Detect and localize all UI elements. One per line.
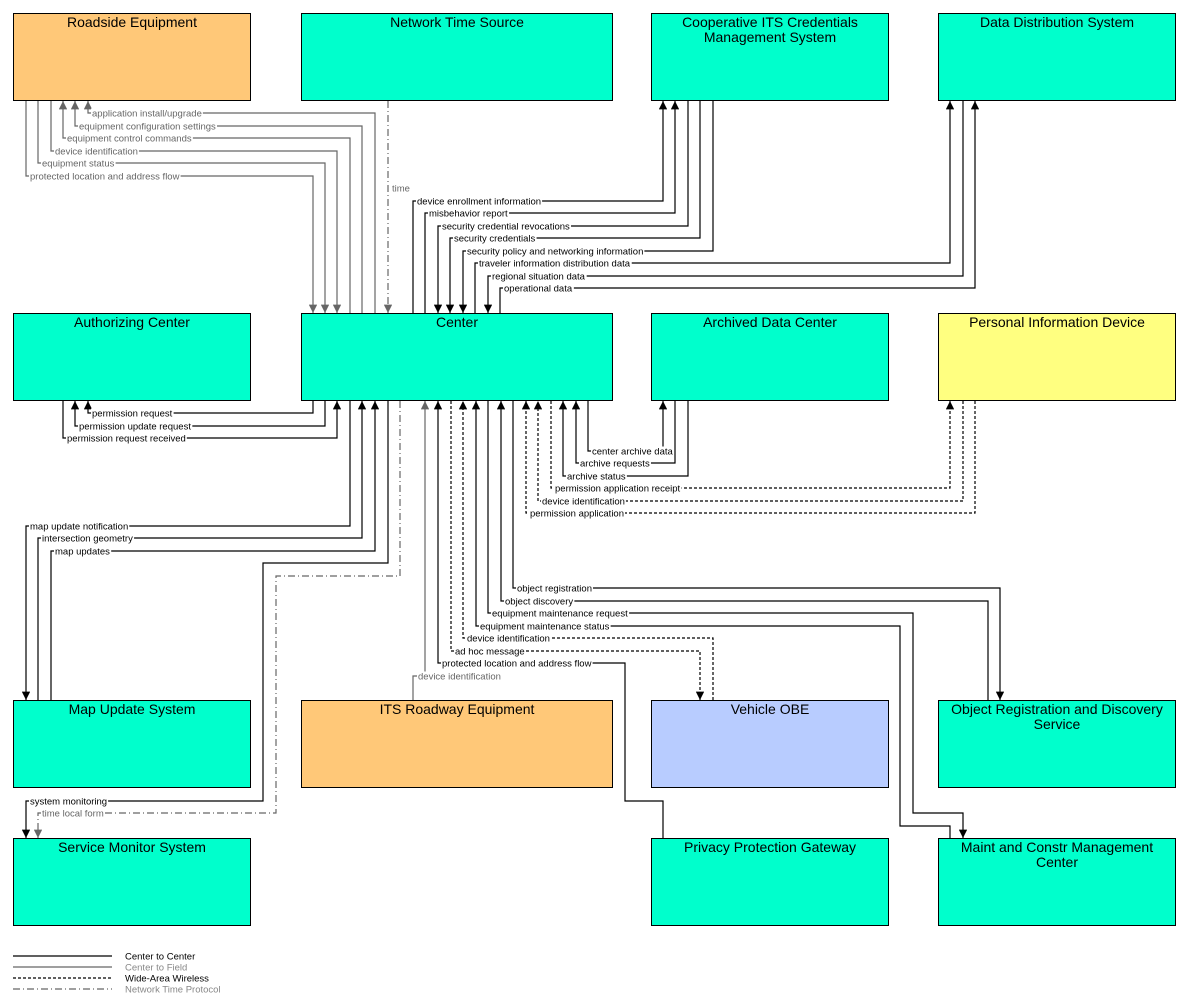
flow-label: equipment maintenance status	[480, 622, 610, 633]
flow-center-archive-data[interactable]: center archive data	[587, 401, 675, 458]
flow-label: center archive data	[592, 447, 674, 458]
flow-label: device identification	[55, 147, 138, 158]
node-title: Archived Data Center	[703, 314, 837, 330]
node-title: Service Monitor System	[58, 839, 206, 855]
flow-archive-status[interactable]: archive status	[558, 401, 689, 483]
flow-label: protected location and address flow	[30, 172, 180, 183]
flow-equipment-control-commands[interactable]: equipment control commands	[58, 101, 351, 313]
legend: Center to CenterCenter to FieldWide-Area…	[13, 952, 221, 996]
flow-label: security credential revocations	[442, 222, 570, 233]
node-network-time-source[interactable]: Network Time Source	[301, 13, 613, 101]
node-title: Network Time Source	[390, 14, 524, 30]
node-center[interactable]: Center	[301, 313, 613, 401]
flow-label: time	[392, 184, 410, 195]
node-title: Cooperative ITS Credentials Management S…	[682, 14, 858, 45]
flow-label: intersection geometry	[42, 534, 133, 545]
flow-label: system monitoring	[30, 797, 107, 808]
flow-label: permission request	[92, 409, 173, 420]
flow-label: security credentials	[454, 234, 536, 245]
node-title: Personal Information Device	[969, 314, 1145, 330]
flow-label: permission application receipt	[555, 484, 681, 495]
flow-regional-situation-data[interactable]: regional situation data	[483, 101, 964, 313]
flow-label: device identification	[542, 497, 625, 508]
node-title: Center	[435, 314, 479, 330]
flow-label: permission update request	[79, 422, 191, 433]
node-title: Authorizing Center	[74, 314, 190, 330]
legend-label-network-time-protocol: Network Time Protocol	[125, 985, 221, 996]
flow-label: protected location and address flow	[442, 659, 592, 670]
node-privacy-protection-gateway[interactable]: Privacy Protection Gateway	[651, 838, 889, 926]
flow-label: equipment status	[42, 159, 115, 170]
node-roadside-equipment[interactable]: Roadside Equipment	[13, 13, 251, 101]
flow-label: operational data	[504, 284, 573, 295]
node-data-distribution-system[interactable]: Data Distribution System	[938, 13, 1176, 101]
node-title: Roadside Equipment	[67, 14, 197, 30]
flow-label: application install/upgrade	[92, 109, 202, 120]
flow-line	[512, 401, 1005, 700]
flow-label: equipment control commands	[67, 134, 192, 145]
flow-label: device identification	[418, 672, 501, 683]
flow-label: map updates	[55, 547, 110, 558]
flow-map-updates[interactable]: map updates	[50, 401, 380, 700]
node-its-roadway-equipment[interactable]: ITS Roadway Equipment	[301, 700, 613, 788]
flow-label: object registration	[517, 584, 592, 595]
flow-archive-requests[interactable]: archive requests	[571, 401, 676, 470]
node-title: Vehicle OBE	[730, 701, 810, 717]
node-object-registration-and-discovery-service[interactable]: Object Registration and Discovery Servic…	[938, 700, 1176, 788]
flow-label: permission request received	[67, 434, 186, 445]
flow-label: time local form	[42, 809, 104, 820]
flow-object-discovery[interactable]: object discovery	[496, 401, 989, 700]
flow-label: device identification	[467, 634, 550, 645]
flow-object-registration[interactable]: object registration	[512, 401, 1005, 700]
flow-label: regional situation data	[492, 272, 586, 283]
legend-label-wide-area-wireless: Wide-Area Wireless	[125, 974, 209, 985]
flow-label: traveler information distribution data	[479, 259, 631, 270]
flow-label: security policy and networking informati…	[467, 247, 643, 258]
flow-label: permission application	[530, 509, 624, 520]
node-title: Map Update System	[68, 701, 196, 717]
node-map-update-system[interactable]: Map Update System	[13, 700, 251, 788]
node-service-monitor-system[interactable]: Service Monitor System	[13, 838, 251, 926]
node-title: Object Registration and Discovery Servic…	[951, 701, 1163, 732]
flow-label: ad hoc message	[455, 647, 525, 658]
flow-label: equipment configuration settings	[79, 122, 216, 133]
node-archived-data-center[interactable]: Archived Data Center	[651, 313, 889, 401]
flow-label: archive requests	[580, 459, 650, 470]
node-title: ITS Roadway Equipment	[379, 701, 535, 717]
legend-label-center-to-field: Center to Field	[125, 963, 187, 974]
flow-permission-request[interactable]: permission request	[83, 401, 314, 420]
node-title: Data Distribution System	[979, 14, 1135, 30]
flow-label: object discovery	[505, 597, 573, 608]
node-maint-and-constr-management-center[interactable]: Maint and Constr Management Center	[938, 838, 1176, 926]
flow-label: equipment maintenance request	[492, 609, 628, 620]
flow-line	[587, 401, 668, 452]
node-vehicle-obe[interactable]: Vehicle OBE	[651, 700, 889, 788]
node-cooperative-its-credentials-management-system[interactable]: Cooperative ITS Credentials Management S…	[651, 13, 889, 101]
node-title: Privacy Protection Gateway	[684, 839, 856, 855]
node-title: Maint and Constr Management Center	[960, 839, 1154, 870]
flow-line	[496, 401, 989, 700]
legend-label-center-to-center: Center to Center	[125, 952, 195, 963]
flow-label: misbehavior report	[429, 209, 508, 220]
flow-label: device enrollment information	[417, 197, 541, 208]
flow-time[interactable]: time	[383, 101, 411, 313]
node-personal-information-device[interactable]: Personal Information Device	[938, 313, 1176, 401]
flow-label: map update notification	[30, 522, 128, 533]
node-authorizing-center[interactable]: Authorizing Center	[13, 313, 251, 401]
flow-label: archive status	[567, 472, 626, 483]
flow-line	[412, 401, 430, 700]
